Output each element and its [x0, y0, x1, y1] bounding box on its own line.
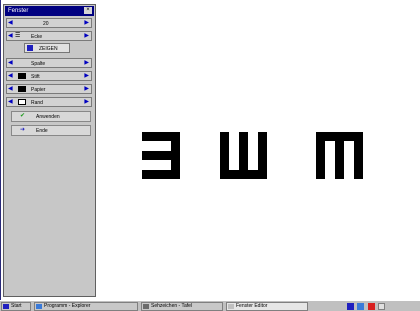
arrow-left-icon[interactable]: ◀: [8, 33, 13, 40]
arrow-right-icon[interactable]: ▶: [84, 60, 89, 67]
arrow-left-icon[interactable]: ◀: [8, 73, 13, 80]
speaker-icon[interactable]: [357, 303, 364, 310]
spacing-selector[interactable]: ◀ Spalte ▶: [6, 58, 92, 68]
color3-selector[interactable]: ◀ Rand ▶: [6, 97, 92, 107]
size-value: 20: [43, 21, 49, 27]
apply-button[interactable]: ✔ Anwenden: [11, 111, 91, 122]
arrow-right-icon[interactable]: ▶: [84, 73, 89, 80]
orientation-selector[interactable]: ◀ ☰ Ecke ▶: [6, 31, 92, 41]
tray-app-icon[interactable]: [378, 303, 385, 310]
task-item-3[interactable]: Fenster Editor: [226, 302, 308, 311]
palette-title-text: Fenster: [8, 8, 29, 14]
checkmark-icon: ✔: [20, 113, 26, 119]
optotype-e-down: [316, 132, 363, 179]
settings-palette: Fenster × ◀ 20 ▶ ◀ ☰ Ecke ▶ ZEIGEN ◀ Spa…: [3, 4, 96, 297]
color3-swatch: [18, 99, 26, 105]
exit-button[interactable]: ➜ Ende: [11, 125, 91, 136]
color3-label: Rand: [31, 100, 43, 106]
network-icon[interactable]: [347, 303, 354, 310]
optotype-e-left: [142, 132, 180, 179]
color2-swatch: [18, 86, 26, 92]
close-button[interactable]: ×: [84, 7, 92, 14]
start-label: Start: [11, 303, 22, 309]
arrow-right-icon[interactable]: ▶: [84, 33, 89, 40]
task-label: Programm - Explorer: [44, 303, 91, 309]
color1-selector[interactable]: ◀ Stift ▶: [6, 71, 92, 81]
size-selector[interactable]: ◀ 20 ▶: [6, 18, 92, 28]
arrow-right-icon[interactable]: ▶: [84, 99, 89, 106]
frame-edge: [0, 0, 1, 300]
start-button[interactable]: Start: [1, 302, 31, 311]
window-icon: [228, 304, 234, 309]
exit-icon: ➜: [20, 127, 26, 133]
arrow-left-icon[interactable]: ◀: [8, 86, 13, 93]
apply-button-label: Anwenden: [36, 114, 60, 120]
start-icon: [3, 304, 9, 309]
explorer-icon: [36, 304, 42, 309]
show-icon: [27, 45, 33, 51]
exit-button-label: Ende: [36, 128, 48, 134]
arrow-right-icon[interactable]: ▶: [84, 86, 89, 93]
clock-icon[interactable]: [368, 303, 375, 310]
optotype-e-up: [220, 132, 267, 179]
color1-swatch: [18, 73, 26, 79]
palette-title[interactable]: Fenster ×: [5, 6, 94, 16]
optotype-preview: [142, 132, 363, 179]
task-item-1[interactable]: Programm - Explorer: [34, 302, 138, 311]
desktop-area: Fenster × ◀ 20 ▶ ◀ ☰ Ecke ▶ ZEIGEN ◀ Spa…: [0, 0, 420, 300]
taskbar: Start Programm - Explorer Sehzeichen - T…: [0, 300, 420, 311]
task-label: Sehzeichen - Tafel: [151, 303, 193, 309]
app-icon: [143, 304, 149, 309]
arrow-left-icon[interactable]: ◀: [8, 99, 13, 106]
spacing-label: Spalte: [31, 61, 46, 67]
arrow-left-icon[interactable]: ◀: [8, 60, 13, 67]
task-item-2[interactable]: Sehzeichen - Tafel: [141, 302, 223, 311]
color1-label: Stift: [31, 74, 40, 80]
show-button-label: ZEIGEN: [39, 46, 58, 52]
task-label: Fenster Editor: [236, 303, 268, 309]
optotype-e-icon: ☰: [15, 33, 21, 39]
arrow-left-icon[interactable]: ◀: [8, 20, 13, 27]
color2-label: Papier: [31, 87, 46, 93]
arrow-right-icon[interactable]: ▶: [84, 20, 89, 27]
color2-selector[interactable]: ◀ Papier ▶: [6, 84, 92, 94]
show-button[interactable]: ZEIGEN: [24, 43, 70, 53]
orientation-label: Ecke: [31, 34, 43, 40]
